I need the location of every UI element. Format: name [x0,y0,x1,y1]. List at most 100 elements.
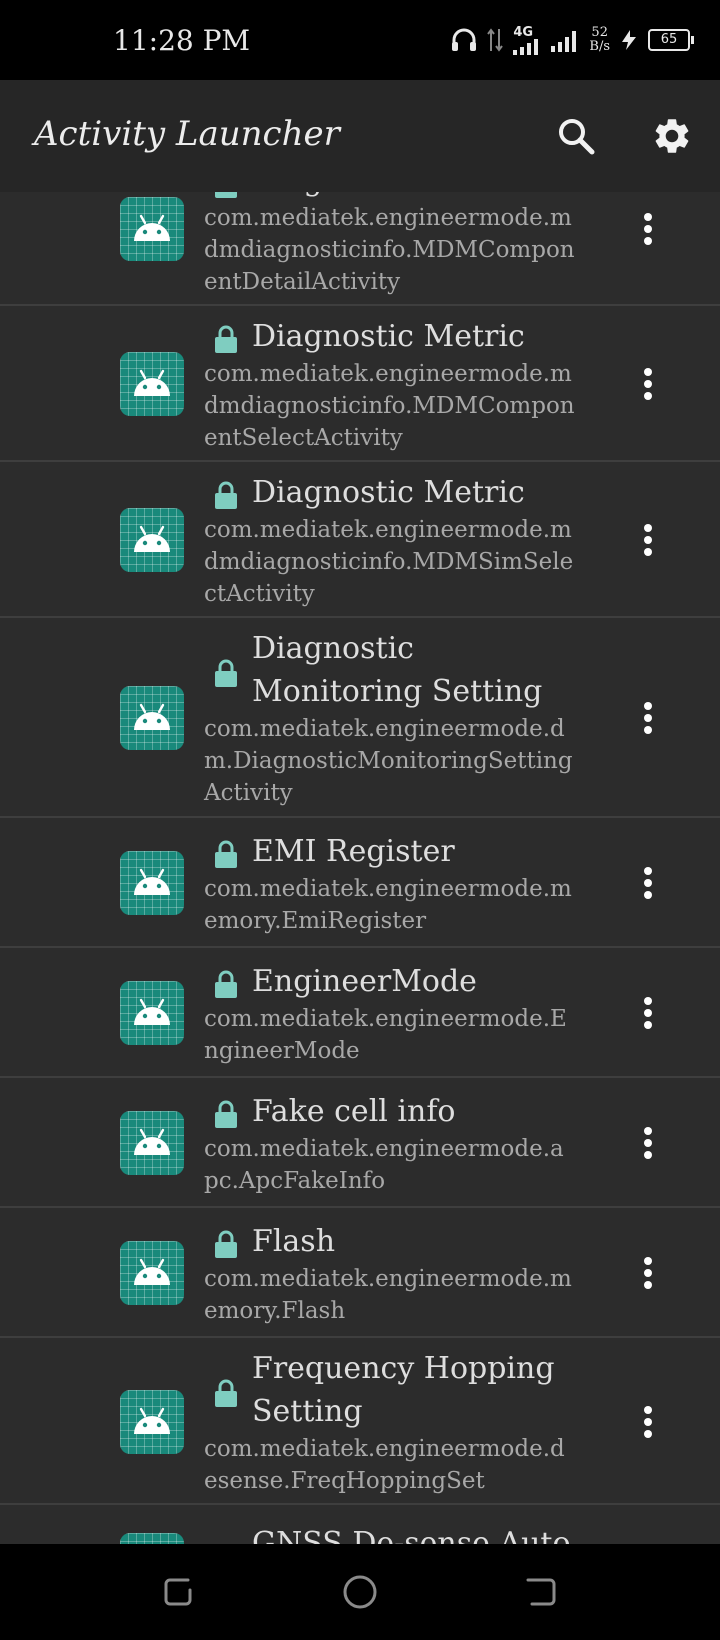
speed-unit: B/s [589,39,610,54]
more-vert-icon [644,1405,652,1438]
activity-package: com.mediatek.engineermode.memory.EmiRegi… [204,875,572,934]
activity-title: Frequency Hopping Setting [252,1350,555,1429]
signal-icon [513,38,539,55]
lock-icon [214,322,238,353]
activity-title-line: Diagnostic Metric [204,192,576,202]
activity-row[interactable]: Diagnostic Metric com.mediatek.engineermo… [0,462,720,618]
activity-title: Flash [252,1223,336,1259]
activity-title: EngineerMode [252,963,477,999]
more-options-button[interactable] [630,1398,666,1446]
activity-row[interactable]: Diagnostic Metric com.mediatek.engineermo… [0,192,720,306]
android-app-icon [120,1533,184,1544]
signal-icon-2 [551,31,577,52]
activity-title-line: Diagnostic Metric [204,471,576,514]
activity-text: Fake cell info com.mediatek.engineermode.… [204,1090,576,1197]
activity-title: GNSS De-sense Auto [252,1526,571,1544]
app-bar: Activity Launcher [0,80,720,192]
activity-text: GNSS De-sense Auto [204,1522,576,1544]
signal-group: 4G [513,26,541,55]
more-options-button[interactable] [630,516,666,564]
activity-row[interactable]: Diagnostic Monitoring Setting com.mediate… [0,618,720,818]
more-options-button[interactable] [630,1119,666,1167]
activity-row[interactable]: GNSS De-sense Auto [0,1505,720,1544]
activity-title: Diagnostic Metric [252,318,525,354]
more-vert-icon [644,997,652,1029]
settings-button[interactable] [646,110,698,162]
battery-icon: 65 [648,29,694,51]
more-vert-icon [644,368,652,400]
more-vert-icon [644,702,652,734]
activity-row[interactable]: EngineerMode com.mediatek.engineermode.En… [0,948,720,1078]
activity-text: Diagnostic Monitoring Setting com.mediate… [204,627,576,809]
activity-title-line: EMI Register [204,830,576,873]
activity-row[interactable]: EMI Register com.mediatek.engineermode.me… [0,818,720,948]
activity-text: Frequency Hopping Setting com.mediatek.en… [204,1347,576,1497]
android-app-icon [120,981,184,1045]
activity-list[interactable]: Diagnostic Metric com.mediatek.engineermo… [0,192,720,1544]
activity-title: EMI Register [252,833,455,869]
more-vert-icon [644,867,652,899]
activity-list-inner: Diagnostic Metric com.mediatek.engineermo… [0,192,720,1544]
more-vert-icon [644,524,652,556]
activity-title: Diagnostic Monitoring Setting [252,631,543,709]
more-vert-icon [644,212,652,245]
lock-icon [214,656,238,687]
activity-text: Flash com.mediatek.engineermode.memory.Fl… [204,1220,576,1327]
activity-row[interactable]: Diagnostic Metric com.mediatek.engineermo… [0,306,720,462]
android-app-icon [120,1241,184,1305]
android-app-icon [120,851,184,915]
activity-title: Diagnostic Metric [252,474,525,510]
recents-nav-button[interactable] [160,1572,200,1612]
activity-row[interactable]: Fake cell info com.mediatek.engineermode.… [0,1078,720,1208]
activity-text: Diagnostic Metric com.mediatek.engineermo… [204,315,576,454]
activity-package: com.mediatek.engineermode.mdmdiagnostici… [204,360,575,451]
network-speed: 52 B/s [589,26,610,54]
activity-package: com.mediatek.engineermode.EngineerMode [204,1005,567,1064]
lock-icon [214,967,238,998]
charging-icon [622,30,636,50]
more-options-button[interactable] [630,989,666,1037]
more-options-button[interactable] [630,1249,666,1297]
activity-title-line: Diagnostic Monitoring Setting [204,627,576,713]
activity-title: Diagnostic Metric [252,192,525,198]
android-app-icon [120,686,184,750]
more-options-button[interactable] [630,360,666,408]
more-vert-icon [644,1127,652,1159]
activity-title: Fake cell info [252,1093,456,1129]
activity-title-line: Fake cell info [204,1090,576,1133]
lock-icon [214,192,238,198]
activity-text: Diagnostic Metric com.mediatek.engineermo… [204,471,576,610]
activity-package: com.mediatek.engineermode.dm.DiagnosticM… [204,716,573,806]
activity-package: com.mediatek.engineermode.desense.FreqHo… [204,1435,565,1494]
activity-package: com.mediatek.engineermode.apc.ApcFakeInf… [204,1135,564,1194]
activity-text: Diagnostic Metric com.mediatek.engineermo… [204,192,576,298]
lock-icon [214,478,238,509]
android-app-icon [120,1389,184,1454]
more-options-button[interactable] [630,694,666,742]
activity-title-line: Frequency Hopping Setting [204,1347,576,1433]
activity-row[interactable]: Flash com.mediatek.engineermode.memory.Fl… [0,1208,720,1338]
activity-package: com.mediatek.engineermode.mdmdiagnostici… [204,205,575,295]
search-button[interactable] [550,110,602,162]
more-options-button[interactable] [630,205,666,253]
android-app-icon [120,1111,184,1175]
back-nav-button[interactable] [520,1572,560,1612]
activity-text: EMI Register com.mediatek.engineermode.me… [204,830,576,937]
headphones-icon [452,28,477,51]
data-arrows-icon [487,28,504,52]
activity-package: com.mediatek.engineermode.memory.Flash [204,1265,572,1324]
activity-row[interactable]: Frequency Hopping Setting com.mediatek.en… [0,1338,720,1505]
status-bar: 11:28 PM 4G 52 B/s 65 [0,0,720,80]
navigation-bar [0,1544,720,1640]
android-app-icon [120,352,184,416]
network-type: 4G [513,24,534,40]
search-icon [559,119,595,155]
gear-icon [655,119,689,153]
activity-title-line: Flash [204,1220,576,1263]
android-app-icon [120,508,184,572]
more-vert-icon [644,1257,652,1289]
home-nav-button[interactable] [340,1572,380,1612]
app-title: Activity Launcher [34,114,340,154]
more-options-button[interactable] [630,859,666,907]
activity-title-line: Diagnostic Metric [204,315,576,358]
